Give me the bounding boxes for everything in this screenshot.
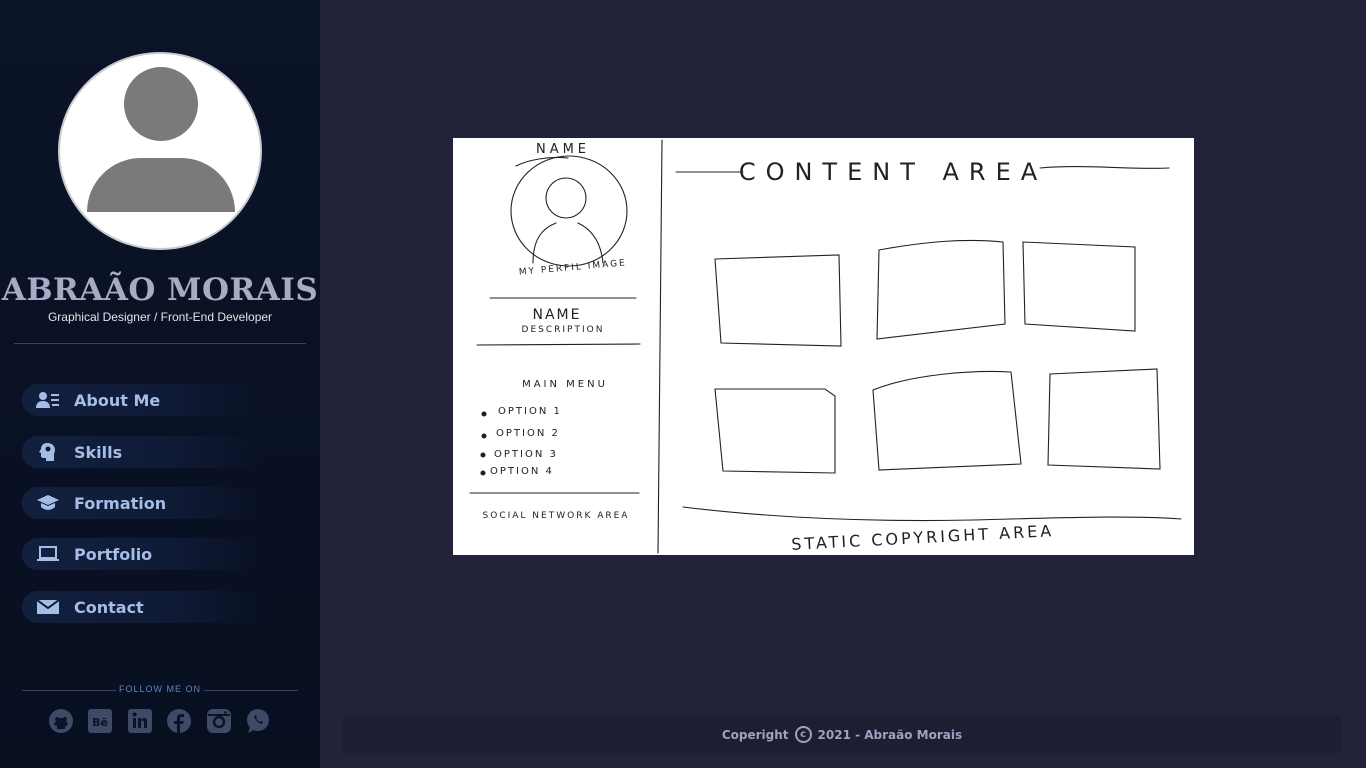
instagram-icon[interactable] (206, 708, 232, 734)
facebook-icon[interactable] (166, 708, 192, 734)
nav-item-skills[interactable]: Skills (22, 436, 262, 468)
github-icon[interactable] (48, 708, 74, 734)
linkedin-icon[interactable] (127, 708, 153, 734)
nav-label-portfolio: Portfolio (74, 544, 153, 564)
avatar (58, 52, 262, 250)
sidebar-divider (14, 343, 306, 344)
nav-item-about-me[interactable]: About Me (22, 384, 262, 416)
sketch-name-top: NAME (536, 142, 590, 157)
sketch-option-3: OPTION 3 (494, 449, 558, 460)
nav-label-skills: Skills (74, 442, 123, 462)
sidebar: ABRAÃO MORAIS Graphical Designer / Front… (0, 0, 320, 768)
nav-item-portfolio[interactable]: Portfolio (22, 538, 262, 570)
nav-label-contact: Contact (74, 597, 144, 617)
nav-label-formation: Formation (74, 493, 167, 513)
nav-item-formation[interactable]: Formation (22, 487, 262, 519)
nav-item-contact[interactable]: Contact (22, 591, 262, 623)
sketch-content-area: CONTENT AREA (739, 158, 1047, 186)
wireframe-sketch-image: NAME MY PERFIL IMAGE NAME DESCRIPTION MA… (453, 138, 1194, 555)
sketch-description: DESCRIPTION (522, 325, 605, 335)
sketch-option-2: OPTION 2 (496, 428, 560, 439)
laptop-icon (36, 544, 60, 564)
footer-prefix: Coperight (721, 727, 789, 742)
avatar-body (87, 158, 235, 212)
whatsapp-icon[interactable] (245, 708, 271, 734)
follow-me-label: FOLLOW ME ON (118, 684, 201, 694)
svg-text:Bē: Bē (92, 716, 108, 729)
nav-label-about-me: About Me (74, 390, 161, 410)
footer: Coperight c 2021 - Abraão Morais (343, 716, 1341, 753)
sketch-copyright-area: STATIC COPYRIGHT AREA (791, 521, 1055, 554)
avatar-head (124, 67, 198, 141)
follow-me-heading: FOLLOW ME ON (22, 684, 298, 698)
behance-icon[interactable]: Bē (87, 708, 113, 734)
sketch-profile-image-label: MY PERFIL IMAGE (518, 258, 627, 277)
envelope-icon (36, 597, 60, 617)
sketch-social-area: SOCIAL NETWORK AREA (483, 511, 630, 521)
head-gear-icon (36, 442, 60, 462)
copyright-icon: c (794, 726, 812, 743)
footer-text: 2021 - Abraão Morais (817, 727, 963, 742)
social-links: Bē (48, 708, 278, 734)
user-list-icon (36, 390, 60, 410)
profile-description: Graphical Designer / Front-End Developer (47, 310, 273, 324)
follow-divider-right (204, 690, 298, 691)
sketch-name-mid: NAME (533, 307, 582, 323)
graduation-cap-icon (36, 493, 60, 513)
profile-name: ABRAÃO MORAIS (1, 272, 319, 308)
sketch-main-menu: MAIN MENU (522, 379, 608, 390)
sketch-option-1: OPTION 1 (498, 406, 562, 417)
sketch-option-4: OPTION 4 (490, 466, 554, 477)
